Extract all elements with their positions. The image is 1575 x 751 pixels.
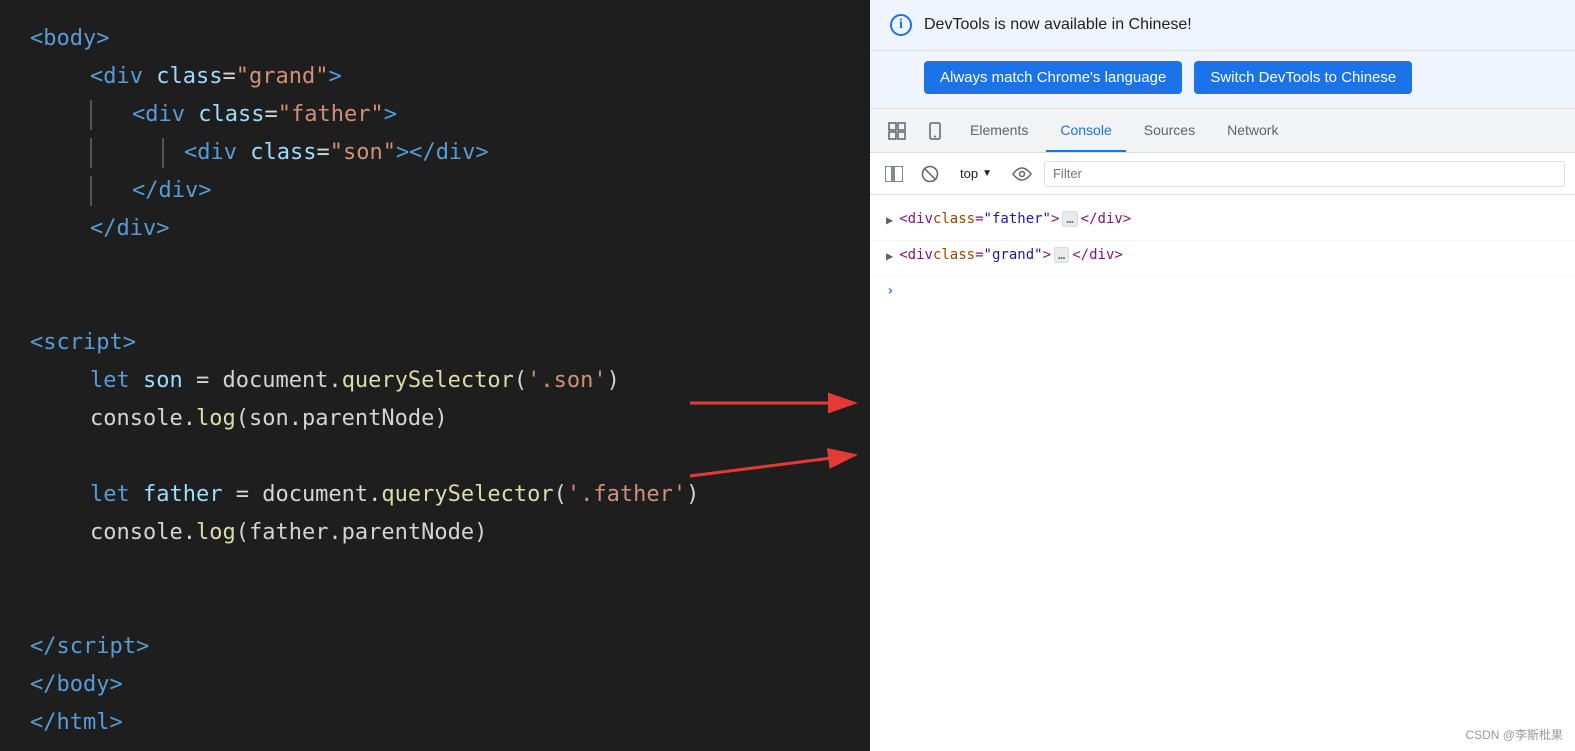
- ellipsis-badge: …: [1062, 211, 1077, 227]
- code-line: console.log(son.parentNode): [0, 400, 870, 438]
- code-line: [0, 248, 870, 286]
- code-line: <div class="father">: [0, 96, 870, 134]
- code-line: <div class="son"></div>: [0, 134, 870, 172]
- devtools-icon-mobile[interactable]: [918, 109, 952, 152]
- eye-icon-button[interactable]: [1008, 160, 1036, 188]
- code-line: console.log(father.parentNode): [0, 514, 870, 552]
- code-line: [0, 590, 870, 628]
- expand-arrow-icon[interactable]: ▶: [886, 249, 893, 263]
- dropdown-arrow-icon: ▼: [982, 168, 992, 179]
- tag-open: <: [30, 20, 43, 58]
- clear-console-button[interactable]: [916, 160, 944, 188]
- console-entry-grand[interactable]: ▶ <div class = "grand" > … </div>: [870, 241, 1575, 277]
- code-line: </div>: [0, 172, 870, 210]
- devtools-panel: i DevTools is now available in Chinese! …: [870, 0, 1575, 751]
- code-line: </script>: [0, 628, 870, 666]
- console-output: ▶ <div class = "father" > … </div> ▶ <di…: [870, 195, 1575, 751]
- code-line: [0, 552, 870, 590]
- tab-network[interactable]: Network: [1213, 109, 1292, 152]
- console-toolbar: top ▼: [870, 153, 1575, 195]
- code-line: </div>: [0, 210, 870, 248]
- devtools-icon-inspect[interactable]: [880, 109, 914, 152]
- info-icon: i: [890, 14, 912, 36]
- code-line: <body>: [0, 20, 870, 58]
- context-label: top: [960, 166, 978, 181]
- console-prompt[interactable]: ›: [870, 277, 1575, 305]
- notification-text: DevTools is now available in Chinese!: [924, 16, 1555, 34]
- context-selector[interactable]: top ▼: [952, 162, 1000, 185]
- console-entry-father[interactable]: ▶ <div class = "father" > … </div>: [870, 205, 1575, 241]
- notification-bar: i DevTools is now available in Chinese!: [870, 0, 1575, 51]
- sidebar-toggle-button[interactable]: [880, 160, 908, 188]
- watermark: CSDN @李斯枇果: [1465, 726, 1563, 743]
- tab-elements[interactable]: Elements: [956, 109, 1042, 152]
- buttons-row: Always match Chrome's language Switch De…: [870, 51, 1575, 109]
- expand-arrow-icon[interactable]: ▶: [886, 213, 893, 227]
- devtools-tabs: Elements Console Sources Network: [870, 109, 1575, 153]
- code-line: let son = document.querySelector('.son'): [0, 362, 870, 400]
- tab-sources[interactable]: Sources: [1130, 109, 1209, 152]
- code-line: <div class="grand">: [0, 58, 870, 96]
- match-language-button[interactable]: Always match Chrome's language: [924, 61, 1182, 94]
- ellipsis-badge: …: [1054, 247, 1069, 263]
- code-line: </html>: [0, 704, 870, 742]
- code-line: <script>: [0, 324, 870, 362]
- code-line: </body>: [0, 666, 870, 704]
- switch-to-chinese-button[interactable]: Switch DevTools to Chinese: [1194, 61, 1412, 94]
- code-line: [0, 438, 870, 476]
- tab-console[interactable]: Console: [1046, 109, 1125, 152]
- prompt-icon: ›: [886, 283, 894, 299]
- code-editor: <body> <div class="grand"> <div class="f…: [0, 0, 870, 751]
- filter-input[interactable]: [1044, 161, 1565, 187]
- code-line: [0, 286, 870, 324]
- code-line: let father = document.querySelector('.fa…: [0, 476, 870, 514]
